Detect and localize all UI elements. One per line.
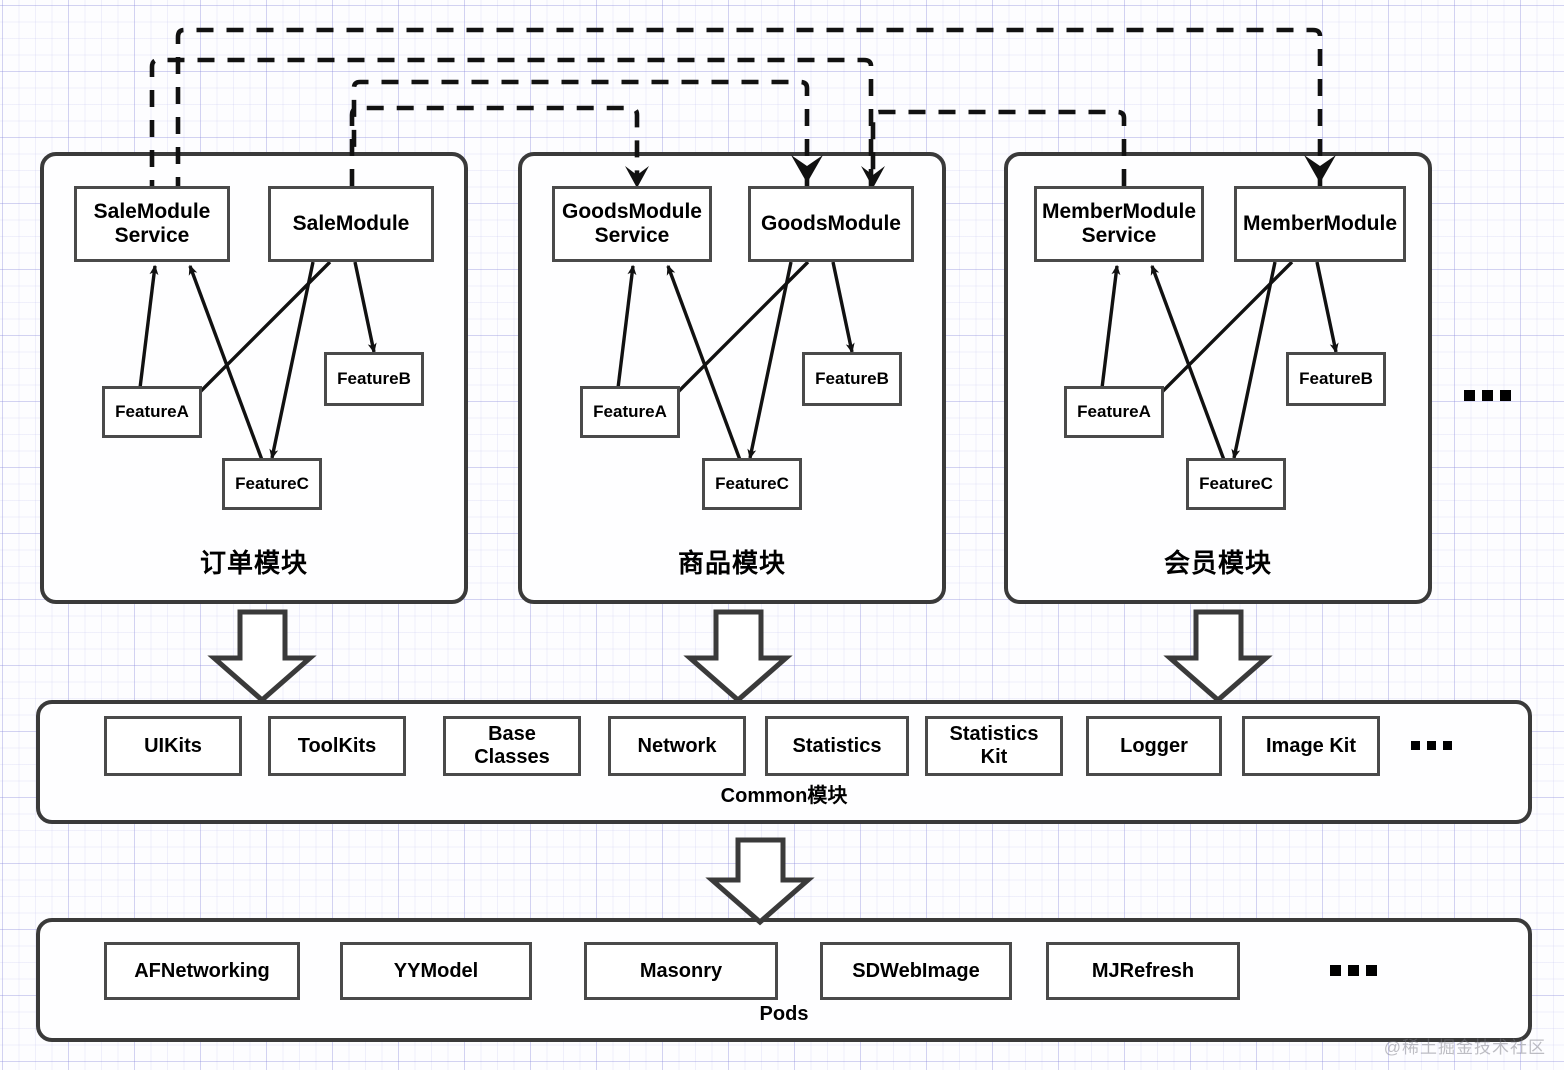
common-chip-network[interactable]: Network	[608, 716, 746, 776]
node-goods-module-service[interactable]: GoodsModule Service	[552, 186, 712, 262]
dot-icon	[1464, 390, 1475, 401]
node-sale-module-service[interactable]: SaleModule Service	[74, 186, 230, 262]
node-label-line1: MemberModule	[1041, 199, 1196, 223]
node-label-line1: GoodsModule	[562, 199, 702, 223]
common-chip-logger[interactable]: Logger	[1086, 716, 1222, 776]
pods-layer-label: Pods	[759, 1003, 809, 1025]
module-group-label-sale: 订单模块	[199, 548, 308, 578]
node-member-featurea[interactable]: FeatureA	[1064, 386, 1164, 438]
module-group-label-member: 会员模块	[1163, 548, 1272, 578]
chip-label-line2: Kit	[980, 746, 1008, 768]
node-goods-featureb[interactable]: FeatureB	[802, 352, 902, 406]
node-goods-module[interactable]: GoodsModule	[748, 186, 914, 262]
pods-chip-afnetworking[interactable]: AFNetworking	[104, 942, 300, 1000]
modules-more-ellipsis	[1464, 390, 1511, 401]
chip-label-line2: Classes	[474, 746, 550, 768]
module-group-label-goods: 商品模块	[677, 548, 786, 578]
node-sale-module[interactable]: SaleModule	[268, 186, 434, 262]
dot-icon	[1411, 741, 1420, 750]
dot-icon	[1500, 390, 1511, 401]
node-member-featureb[interactable]: FeatureB	[1286, 352, 1386, 406]
common-chip-statistics-kit[interactable]: Statistics Kit	[925, 716, 1063, 776]
node-member-module-service[interactable]: MemberModule Service	[1034, 186, 1204, 262]
dot-icon	[1348, 965, 1359, 976]
watermark: @稀土掘金技术社区	[1383, 1038, 1546, 1057]
dot-icon	[1330, 965, 1341, 976]
pods-chip-yymodel[interactable]: YYModel	[340, 942, 532, 1000]
architecture-diagram: 订单模块 SaleModule Service SaleModule Featu…	[0, 0, 1564, 1070]
dot-icon	[1366, 965, 1377, 976]
node-member-featurec[interactable]: FeatureC	[1186, 458, 1286, 510]
node-sale-featurea[interactable]: FeatureA	[102, 386, 202, 438]
node-label-line2: Service	[1081, 224, 1157, 247]
common-chip-base-classes[interactable]: Base Classes	[443, 716, 581, 776]
pods-chip-masonry[interactable]: Masonry	[584, 942, 778, 1000]
common-layer-label: Common模块	[720, 785, 848, 807]
node-sale-featureb[interactable]: FeatureB	[324, 352, 424, 406]
node-member-module[interactable]: MemberModule	[1234, 186, 1406, 262]
pods-more-ellipsis	[1330, 965, 1377, 976]
node-goods-featurec[interactable]: FeatureC	[702, 458, 802, 510]
node-goods-featurea[interactable]: FeatureA	[580, 386, 680, 438]
common-more-ellipsis	[1411, 741, 1452, 750]
pods-chip-sdwebimage[interactable]: SDWebImage	[820, 942, 1012, 1000]
dot-icon	[1443, 741, 1452, 750]
dot-icon	[1427, 741, 1436, 750]
chip-label-line1: Statistics	[949, 723, 1039, 745]
dot-icon	[1482, 390, 1493, 401]
node-label-line2: Service	[594, 224, 670, 247]
pods-chip-mjrefresh[interactable]: MJRefresh	[1046, 942, 1240, 1000]
node-sale-featurec[interactable]: FeatureC	[222, 458, 322, 510]
node-label-line2: Service	[114, 224, 190, 247]
common-chip-toolkits[interactable]: ToolKits	[268, 716, 406, 776]
node-label-line1: SaleModule	[93, 199, 211, 223]
common-chip-image-kit[interactable]: Image Kit	[1242, 716, 1380, 776]
chip-label-line1: Base	[488, 723, 536, 745]
common-chip-statistics[interactable]: Statistics	[765, 716, 909, 776]
common-chip-uikits[interactable]: UIKits	[104, 716, 242, 776]
